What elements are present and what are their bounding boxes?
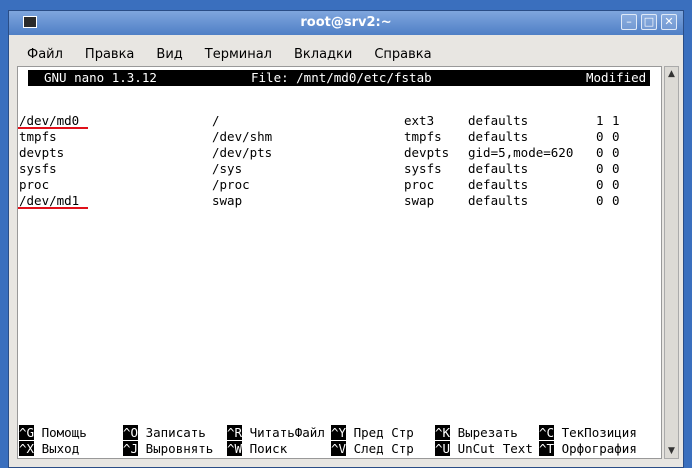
- fstab-device: proc: [19, 177, 50, 192]
- shortcut-item: ^K Вырезать: [435, 425, 518, 441]
- fstab-options: defaults: [468, 113, 529, 128]
- fstab-device: tmpfs: [19, 129, 57, 144]
- fstab-dump: 1: [596, 113, 604, 128]
- fstab-options: defaults: [468, 129, 529, 144]
- shortcut-label: Орфография: [554, 441, 637, 456]
- shortcut-key: ^W: [227, 441, 243, 456]
- fstab-dump: 0: [596, 193, 604, 208]
- shortcut-item: ^U UnCut Text: [435, 441, 533, 457]
- maximize-icon[interactable]: □: [641, 14, 657, 30]
- menu-file[interactable]: Файл: [13, 47, 71, 62]
- fstab-device: sysfs: [19, 161, 57, 176]
- nano-filename: File: /mnt/md0/etc/fstab: [251, 70, 432, 85]
- fstab-mountpoint: /: [212, 113, 220, 128]
- shortcut-item: ^C ТекПозиция: [539, 425, 637, 441]
- shortcut-label: ЧитатьФайл: [242, 425, 325, 440]
- shortcut-key: ^O: [123, 425, 139, 440]
- red-underline-mark: [18, 207, 88, 209]
- fstab-options: defaults: [468, 161, 529, 176]
- shortcut-item: ^G Помощь: [19, 425, 87, 441]
- shortcut-key: ^C: [539, 425, 555, 440]
- fstab-fstype: sysfs: [404, 161, 442, 176]
- terminal-window: root@srv2:~ – □ ✕ Файл Правка Вид Термин…: [8, 10, 684, 468]
- shortcut-item: ^Y Пред Стр: [331, 425, 414, 441]
- shortcut-item: ^T Орфография: [539, 441, 637, 457]
- fstab-fstype: tmpfs: [404, 129, 442, 144]
- fstab-mountpoint: swap: [212, 193, 243, 208]
- fstab-device: devpts: [19, 145, 65, 160]
- shortcut-key: ^G: [19, 425, 35, 440]
- shortcut-item: ^J Выровнять: [123, 441, 213, 457]
- menu-bar: Файл Правка Вид Терминал Вкладки Справка: [13, 41, 679, 67]
- shortcut-label: След Стр: [346, 441, 414, 456]
- nano-status: Modified: [586, 70, 647, 85]
- shortcut-label: Помощь: [34, 425, 87, 440]
- scrollbar[interactable]: ▲ ▼: [664, 66, 679, 459]
- fstab-mountpoint: /sys: [212, 161, 243, 176]
- scroll-down-icon[interactable]: ▼: [665, 444, 678, 458]
- fstab-options: defaults: [468, 193, 529, 208]
- shortcut-item: ^X Выход: [19, 441, 79, 457]
- fstab-options: defaults: [468, 177, 529, 192]
- fstab-dump: 0: [596, 161, 604, 176]
- shortcut-label: Вырезать: [450, 425, 518, 440]
- scroll-up-icon[interactable]: ▲: [665, 67, 678, 81]
- fstab-fstype: devpts: [404, 145, 450, 160]
- shortcut-label: Выход: [34, 441, 80, 456]
- fstab-fstype: proc: [404, 177, 435, 192]
- minimize-icon[interactable]: –: [621, 14, 637, 30]
- shortcut-key: ^R: [227, 425, 243, 440]
- shortcut-label: Записать: [138, 425, 206, 440]
- fstab-dump: 0: [596, 145, 604, 160]
- fstab-options: gid=5,mode=620: [468, 145, 574, 160]
- terminal-area[interactable]: GNU nano 1.3.12 File: /mnt/md0/etc/fstab…: [17, 66, 662, 459]
- shortcut-label: Пред Стр: [346, 425, 414, 440]
- fstab-mountpoint: /dev/pts: [212, 145, 273, 160]
- fstab-pass: 0: [612, 145, 620, 160]
- shortcut-label: UnCut Text: [450, 441, 533, 456]
- fstab-dump: 0: [596, 177, 604, 192]
- menu-tabs[interactable]: Вкладки: [280, 47, 360, 62]
- nano-header: GNU nano 1.3.12 File: /mnt/md0/etc/fstab…: [28, 70, 650, 86]
- shortcut-item: ^R ЧитатьФайл: [227, 425, 325, 441]
- shortcut-label: ТекПозиция: [554, 425, 637, 440]
- fstab-pass: 0: [612, 161, 620, 176]
- fstab-mountpoint: /proc: [212, 177, 250, 192]
- fstab-dump: 0: [596, 129, 604, 144]
- shortcut-key: ^X: [19, 441, 35, 456]
- fstab-pass: 0: [612, 129, 620, 144]
- shortcut-key: ^Y: [331, 425, 347, 440]
- menu-terminal[interactable]: Терминал: [191, 47, 280, 62]
- menu-view[interactable]: Вид: [142, 47, 190, 62]
- shortcut-item: ^V След Стр: [331, 441, 414, 457]
- shortcut-key: ^U: [435, 441, 451, 456]
- fstab-mountpoint: /dev/shm: [212, 129, 273, 144]
- shortcut-key: ^T: [539, 441, 555, 456]
- title-bar[interactable]: root@srv2:~ – □ ✕: [9, 11, 683, 35]
- shortcut-key: ^J: [123, 441, 139, 456]
- nano-version: GNU nano 1.3.12: [44, 70, 157, 85]
- fstab-fstype: swap: [404, 193, 435, 208]
- fstab-pass: 0: [612, 177, 620, 192]
- menu-edit[interactable]: Правка: [71, 47, 142, 62]
- fstab-pass: 0: [612, 193, 620, 208]
- shortcut-label: Выровнять: [138, 441, 214, 456]
- shortcut-label: Поиск: [242, 441, 288, 456]
- close-icon[interactable]: ✕: [661, 14, 677, 30]
- menu-help[interactable]: Справка: [360, 47, 439, 62]
- shortcut-key: ^K: [435, 425, 451, 440]
- shortcut-item: ^W Поиск: [227, 441, 287, 457]
- shortcut-key: ^V: [331, 441, 347, 456]
- fstab-pass: 1: [612, 113, 620, 128]
- shortcut-item: ^O Записать: [123, 425, 206, 441]
- fstab-fstype: ext3: [404, 113, 435, 128]
- window-title: root@srv2:~: [300, 15, 392, 30]
